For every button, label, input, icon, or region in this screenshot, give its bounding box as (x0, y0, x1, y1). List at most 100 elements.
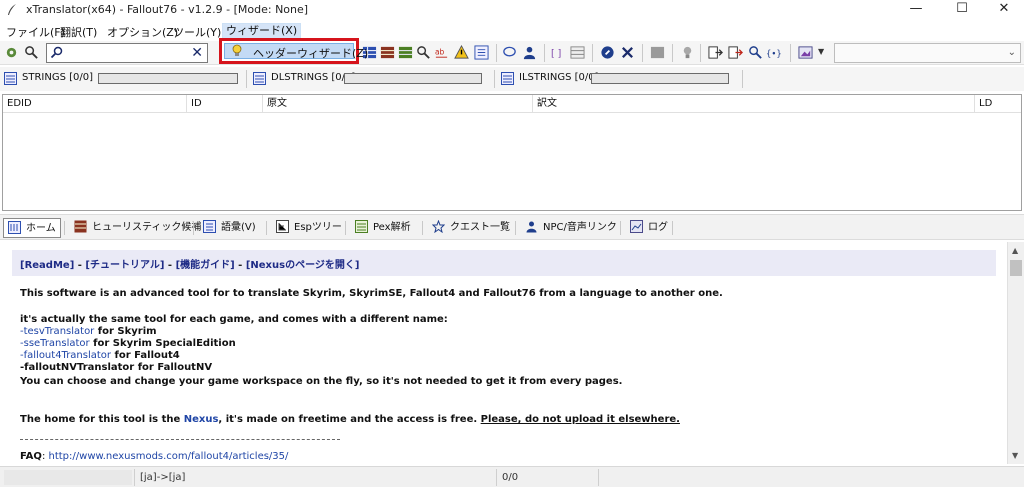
home-content: [ReadMe] - [チュートリアル] - [機能ガイド] - [Nexusの… (0, 242, 1007, 464)
maximize-button[interactable]: ☐ (942, 0, 982, 20)
tab-npc-voice-label: NPC/音声リンク (543, 222, 617, 233)
nexus-link[interactable]: Nexus (184, 414, 219, 425)
grid-green-icon[interactable] (398, 45, 413, 60)
scroll-up-icon[interactable]: ▲ (1012, 246, 1018, 255)
tab-esp-tree-label: Espツリー (294, 222, 342, 233)
column-source[interactable]: 原文 (263, 95, 533, 113)
tab-heuristic[interactable]: ヒューリスティック候補 (74, 218, 201, 238)
menu-translate[interactable]: 翻訳(T) (60, 24, 97, 40)
menu-file[interactable]: ファイル(F) (6, 24, 65, 40)
strings-group[interactable]: STRINGS [0/0] (4, 70, 240, 88)
column-id[interactable]: ID (187, 95, 263, 113)
close-button[interactable]: ✕ (984, 0, 1024, 20)
column-edid[interactable]: EDID (3, 95, 187, 113)
tab-npc-voice[interactable]: NPC/音声リンク (525, 218, 617, 238)
nexus-page-link[interactable]: [Nexusのページを開く] (246, 260, 360, 271)
toolbar: ✕ ab [ ] {•} ▼ ⌄ (0, 41, 1024, 65)
guide-link[interactable]: [機能ガイド] (176, 260, 235, 271)
lightbulb-icon[interactable] (680, 45, 695, 60)
scroll-thumb[interactable] (1010, 260, 1022, 276)
link-strip: [ReadMe] - [チュートリアル] - [機能ガイド] - [Nexusの… (12, 250, 996, 276)
column-ld[interactable]: LD (975, 95, 1021, 113)
tab-esp-tree[interactable]: Espツリー (276, 218, 342, 238)
picture-icon[interactable] (798, 45, 813, 60)
table-icon[interactable] (570, 45, 585, 60)
speech-bubble-icon[interactable] (502, 45, 517, 60)
minimize-button[interactable]: — (896, 0, 936, 20)
tab-vocab-label: 語彙(V) (221, 222, 256, 233)
tree-icon (276, 220, 289, 233)
faq-line: FAQ: http://www.nexusmods.com/fallout4/a… (20, 451, 289, 462)
dropdown-arrow-icon[interactable]: ▼ (818, 47, 824, 56)
ilstrings-group[interactable]: ILSTRINGS [0/0] (501, 70, 737, 88)
tab-log[interactable]: ログ (630, 218, 668, 238)
grid-red-icon[interactable] (380, 45, 395, 60)
magnifier-icon[interactable] (416, 45, 431, 60)
window-title: xTranslator(x64) - Fallout76 - v1.2.9 - … (26, 3, 309, 16)
header-wizard-item[interactable]: ヘッダーウィザード(Z) (224, 43, 368, 60)
tutorial-link[interactable]: [チュートリアル] (85, 260, 164, 271)
search-icon (50, 46, 63, 59)
quest-icon (432, 220, 445, 233)
content-scrollbar[interactable]: ▲ ▼ (1007, 242, 1024, 464)
no-upload-warning: Please, do not upload it elsewhere. (480, 414, 680, 425)
export-icon[interactable] (708, 45, 723, 60)
clear-search-icon[interactable]: ✕ (191, 44, 203, 62)
faq-link[interactable]: http://www.nexusmods.com/fallout4/articl… (49, 451, 289, 462)
menu-options[interactable]: オプション(Z) (107, 24, 178, 40)
import-icon[interactable] (728, 45, 743, 60)
delete-icon[interactable] (620, 45, 635, 60)
column-translation[interactable]: 訳文 (533, 95, 975, 113)
svg-text:[ ]: [ ] (551, 48, 561, 59)
readme-link[interactable]: [ReadMe] (20, 260, 74, 271)
header-wizard-label: ヘッダーウィザード(Z) (253, 47, 369, 60)
warning-icon[interactable] (454, 45, 469, 60)
list-icon[interactable] (474, 45, 489, 60)
language-combo[interactable]: ⌄ (834, 43, 1021, 63)
gear-icon[interactable] (4, 45, 19, 60)
home-text: The home for this tool is the Nexus, it'… (20, 414, 680, 425)
grey-block-icon[interactable] (650, 45, 665, 60)
tab-bar: ホーム ヒューリスティック候補 語彙(V) Espツリー Pex解析 クエスト一… (0, 214, 1024, 240)
tab-log-label: ログ (648, 222, 668, 233)
bracket-icon[interactable]: [ ] (550, 45, 565, 60)
tab-heuristic-label: ヒューリスティック候補 (92, 222, 202, 233)
menu-wizard[interactable]: ウィザード(X) (222, 23, 302, 39)
tool-line: -tesvTranslator for Skyrim (20, 326, 157, 337)
tab-vocab[interactable]: 語彙(V) (203, 218, 256, 238)
fallout4-link[interactable]: -fallout4Translator (20, 350, 111, 361)
tab-quest-label: クエスト一覧 (450, 222, 510, 233)
svg-text:{•}: {•} (766, 48, 781, 58)
search-input[interactable]: ✕ (46, 43, 208, 63)
record-grid[interactable]: EDID ID 原文 訳文 LD (2, 94, 1022, 211)
menu-tools[interactable]: ツール(Y) (173, 24, 221, 40)
same-tool-text: it's actually the same tool for each gam… (20, 314, 448, 325)
code-icon[interactable]: {•} (766, 45, 781, 60)
lightbulb-icon (232, 44, 242, 56)
strings-bar: STRINGS [0/0] DLSTRINGS [0/0] ILSTRINGS … (0, 67, 1024, 91)
strings-progress (98, 73, 238, 84)
user-icon[interactable] (522, 45, 537, 60)
status-cell-blank (4, 470, 132, 485)
compass-icon[interactable] (600, 45, 615, 60)
pex-icon (355, 220, 368, 233)
tab-pex[interactable]: Pex解析 (355, 218, 411, 238)
tab-quest[interactable]: クエスト一覧 (432, 218, 510, 238)
search-user-icon[interactable] (748, 45, 763, 60)
scroll-down-icon[interactable]: ▼ (1012, 451, 1018, 460)
workspace-text: You can choose and change your game work… (20, 376, 623, 387)
dlstrings-progress (344, 73, 482, 84)
tab-home-label: ホーム (26, 223, 56, 234)
status-bar: [ja]->[ja] 0/0 (0, 466, 1024, 487)
dlstrings-group[interactable]: DLSTRINGS [0/0] (253, 70, 489, 88)
falloutnv-name: -falloutNVTranslator (20, 362, 135, 373)
chevron-down-icon: ⌄ (1007, 47, 1016, 58)
status-count: 0/0 (502, 472, 519, 483)
tab-home[interactable]: ホーム (3, 218, 61, 238)
dlstrings-label: DLSTRINGS [0/0] (271, 72, 356, 83)
grid-header: EDID ID 原文 訳文 LD (3, 95, 1021, 113)
tesv-link[interactable]: -tesvTranslator (20, 326, 94, 337)
spellcheck-icon[interactable]: ab (434, 45, 449, 60)
sse-link[interactable]: -sseTranslator (20, 338, 90, 349)
find-replace-icon[interactable] (24, 45, 39, 60)
